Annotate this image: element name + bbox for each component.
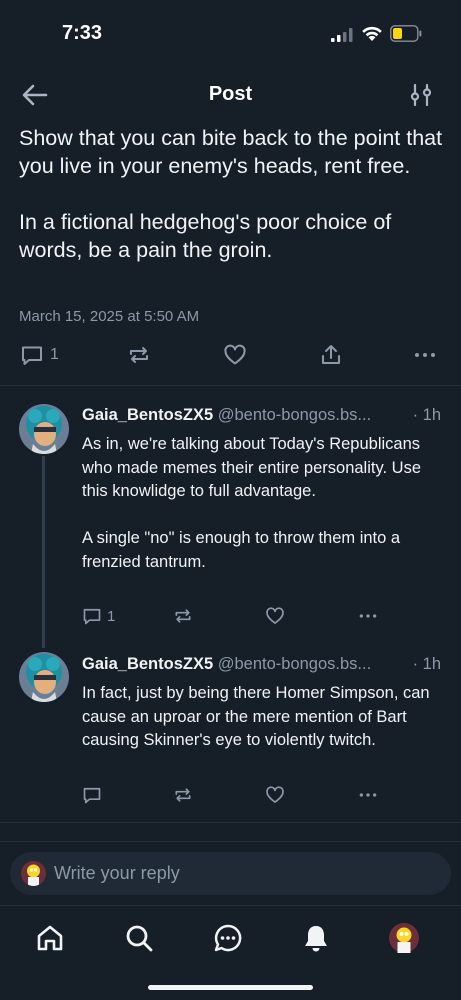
share-icon [322, 345, 340, 364]
my-avatar [21, 861, 46, 886]
reply-icon [83, 608, 101, 625]
divider [0, 822, 461, 823]
heart-icon [266, 607, 284, 624]
tab-chat[interactable] [211, 921, 245, 955]
reply-actions [0, 781, 461, 809]
reply-composer[interactable]: Write your reply [10, 852, 451, 895]
status-bar: 7:33 [0, 0, 461, 70]
reply-text: As in, we're talking about Today's Repub… [82, 435, 422, 571]
reply-count: 1 [50, 346, 59, 363]
more-options-button[interactable] [357, 781, 379, 809]
reply-author-handle[interactable]: @bento-bongos.bs... [218, 655, 371, 673]
repost-button[interactable] [173, 781, 193, 809]
post-date: March 15, 2025 at 5:50 AM [19, 308, 200, 325]
search-icon [126, 925, 153, 952]
tab-notifications[interactable] [299, 921, 333, 955]
reply-avatar[interactable] [19, 652, 69, 702]
more-options-button[interactable] [413, 338, 437, 372]
reply-time: · 1h [408, 655, 441, 674]
post-actions: 1 [0, 338, 461, 372]
divider [0, 841, 461, 842]
reply-button[interactable]: 1 [82, 602, 115, 630]
chat-icon [214, 924, 242, 952]
repost-icon [175, 788, 191, 802]
post-text: Show that you can bite back to the point… [19, 126, 443, 262]
cellular-signal-icon [331, 28, 353, 42]
reply-avatar[interactable] [19, 404, 69, 454]
divider [0, 385, 461, 386]
more-dots-icon [359, 793, 377, 797]
heart-icon [224, 344, 246, 365]
reply-time: · 1h [408, 406, 441, 425]
repost-icon [130, 347, 148, 363]
reply-icon [83, 787, 101, 804]
tab-profile[interactable] [387, 921, 421, 955]
more-dots-icon [415, 353, 435, 357]
reply-button[interactable]: 1 [20, 338, 59, 372]
profile-avatar [389, 923, 419, 953]
tab-home[interactable] [33, 921, 67, 955]
settings-sliders-icon[interactable] [408, 82, 434, 108]
reply-header: Gaia_BentosZX5 @bento-bongos.bs... · 1h [82, 406, 447, 425]
reply-author-name[interactable]: Gaia_BentosZX5 [82, 655, 213, 673]
like-button[interactable] [265, 781, 285, 809]
more-dots-icon [359, 614, 377, 618]
like-button[interactable] [223, 338, 247, 372]
repost-icon [175, 609, 191, 623]
share-button[interactable] [319, 338, 343, 372]
reply-author-handle[interactable]: @bento-bongos.bs... [218, 406, 371, 424]
home-icon [37, 925, 63, 951]
reply-text: In fact, just by being there Homer Simps… [82, 684, 430, 749]
top-nav: Post [0, 70, 461, 120]
reply-author-name[interactable]: Gaia_BentosZX5 [82, 406, 213, 424]
reply-count: 1 [107, 607, 116, 625]
reply-actions: 1 [0, 602, 461, 630]
heart-icon [266, 786, 284, 803]
wifi-icon [362, 26, 382, 41]
reply-button[interactable] [82, 781, 102, 809]
reply-icon [22, 346, 42, 365]
page-title: Post [208, 83, 253, 105]
battery-icon [390, 25, 422, 42]
more-options-button[interactable] [357, 602, 379, 630]
reply-header: Gaia_BentosZX5 @bento-bongos.bs... · 1h [82, 655, 447, 674]
reply-input[interactable]: Write your reply [54, 863, 180, 884]
repost-button[interactable] [127, 338, 151, 372]
repost-button[interactable] [173, 602, 193, 630]
notifications-icon [305, 926, 327, 952]
status-time: 7:33 [62, 22, 103, 44]
tab-search[interactable] [122, 921, 156, 955]
home-indicator [148, 985, 313, 990]
like-button[interactable] [265, 602, 285, 630]
